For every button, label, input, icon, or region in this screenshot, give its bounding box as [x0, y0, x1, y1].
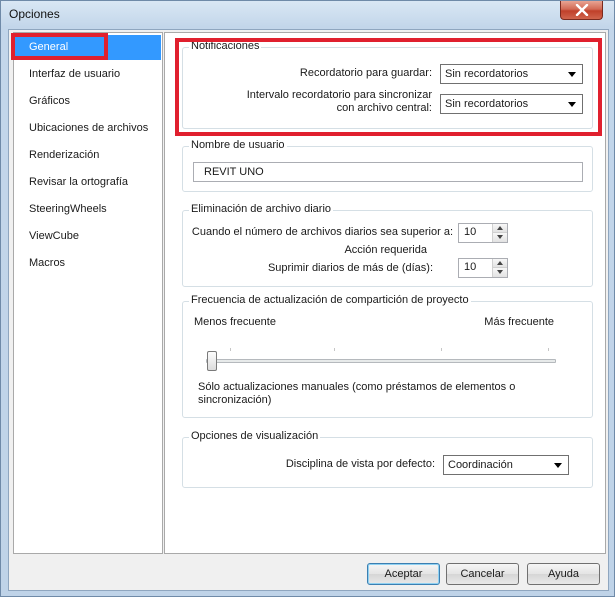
chevron-down-icon	[568, 102, 576, 107]
sync-reminder-label-line2: con archivo central:	[336, 102, 432, 114]
arrow-down-icon	[497, 235, 503, 239]
description-line2: sincronización)	[198, 394, 272, 406]
sidebar-item-spelling[interactable]: Revisar la ortografía	[15, 170, 161, 195]
save-reminder-dropdown[interactable]: Sin recordatorios	[440, 64, 583, 84]
sidebar-item-macros[interactable]: Macros	[15, 251, 161, 276]
group-title: Frecuencia de actualización de compartic…	[189, 294, 471, 306]
sync-frequency-group: Frecuencia de actualización de compartic…	[182, 294, 593, 418]
sidebar-item-label: Ubicaciones de archivos	[29, 122, 149, 134]
sync-frequency-description: Sólo actualizaciones manuales (como prés…	[198, 381, 515, 407]
dropdown-value: Coordinación	[448, 459, 513, 471]
username-value: REVIT UNO	[204, 166, 264, 178]
username-field[interactable]: REVIT UNO	[193, 162, 583, 182]
arrow-down-icon	[497, 270, 503, 274]
cancel-button[interactable]: Cancelar	[446, 563, 519, 585]
less-frequent-label: Menos frecuente	[194, 316, 276, 328]
button-label: Aceptar	[384, 568, 423, 580]
dropdown-value: Sin recordatorios	[445, 68, 529, 80]
arrow-up-icon	[497, 261, 503, 265]
sync-frequency-slider-track[interactable]	[206, 359, 556, 363]
sidebar-item-general[interactable]: General	[15, 35, 161, 60]
journal-delete-stepper[interactable]: 10	[458, 258, 508, 278]
default-discipline-label: Disciplina de vista por defecto:	[285, 458, 435, 470]
sidebar-item-label: Renderización	[29, 149, 100, 161]
sidebar-item-label: Macros	[29, 257, 66, 269]
sync-reminder-dropdown[interactable]: Sin recordatorios	[440, 94, 583, 114]
sync-reminder-label: Intervalo recordatorio para sincronizar …	[247, 89, 432, 115]
sidebar-item-label: Interfaz de usuario	[29, 68, 121, 80]
close-icon	[575, 4, 588, 16]
sidebar-item-rendering[interactable]: Renderización	[15, 143, 161, 168]
more-frequent-label: Más frecuente	[484, 316, 554, 328]
sidebar-item-file-locations[interactable]: Ubicaciones de archivos	[15, 116, 161, 141]
sidebar-item-graphics[interactable]: Gráficos	[15, 89, 161, 114]
sidebar-item-viewcube[interactable]: ViewCube	[15, 224, 161, 249]
group-title: Eliminación de archivo diario	[189, 203, 334, 215]
stepper-buttons	[492, 224, 507, 242]
sidebar-item-user-interface[interactable]: Interfaz de usuario	[15, 62, 161, 87]
general-settings-panel: Notificaciones Recordatorio para guardar…	[164, 32, 606, 554]
journal-exceeds-label: Cuando el número de archivos diarios sea…	[191, 226, 453, 238]
sync-frequency-slider-thumb[interactable]	[207, 351, 217, 371]
username-group: Nombre de usuario REVIT UNO	[182, 139, 593, 192]
stepper-up-button[interactable]	[493, 224, 507, 233]
slider-tick	[230, 348, 231, 351]
slider-tick	[548, 348, 549, 351]
group-title: Opciones de visualización	[189, 430, 321, 442]
ok-button[interactable]: Aceptar	[367, 563, 440, 585]
dialog-client-area: General Interfaz de usuario Gráficos Ubi…	[8, 29, 609, 591]
button-label: Cancelar	[460, 568, 505, 580]
dropdown-value: Sin recordatorios	[445, 98, 529, 110]
stepper-down-button[interactable]	[493, 233, 507, 242]
window-title: Opciones	[9, 7, 60, 21]
save-reminder-label: Recordatorio para guardar:	[299, 67, 432, 79]
journal-cleanup-group: Eliminación de archivo diario Cuando el …	[182, 203, 593, 287]
notifications-group: Notificaciones Recordatorio para guardar…	[182, 40, 593, 129]
close-button[interactable]	[560, 1, 603, 20]
sidebar-item-label: Revisar la ortografía	[29, 176, 129, 188]
action-required-label: Acción requerida	[344, 244, 427, 256]
journal-delete-label: Suprimir diarios de más de (días):	[267, 262, 433, 274]
group-title: Nombre de usuario	[189, 139, 287, 151]
journal-exceeds-stepper[interactable]: 10	[458, 223, 508, 243]
view-options-group: Opciones de visualización Disciplina de …	[182, 430, 593, 488]
button-label: Ayuda	[548, 568, 579, 580]
sync-reminder-label-line1: Intervalo recordatorio para sincronizar	[246, 89, 432, 101]
stepper-down-button[interactable]	[493, 268, 507, 277]
title-bar[interactable]: Opciones	[1, 1, 614, 29]
slider-tick	[441, 348, 442, 351]
stepper-buttons	[492, 259, 507, 277]
arrow-up-icon	[497, 226, 503, 230]
group-title: Notificaciones	[189, 40, 262, 52]
sidebar-item-label: Gráficos	[29, 95, 70, 107]
sidebar-item-label: General	[29, 41, 69, 53]
sidebar-item-label: SteeringWheels	[29, 203, 107, 215]
sidebar-item-steeringwheels[interactable]: SteeringWheels	[15, 197, 161, 222]
stepper-value: 10	[464, 261, 477, 273]
description-line1: Sólo actualizaciones manuales (como prés…	[198, 381, 516, 393]
default-discipline-dropdown[interactable]: Coordinación	[443, 455, 569, 475]
sidebar-item-label: ViewCube	[29, 230, 79, 242]
chevron-down-icon	[568, 72, 576, 77]
help-button[interactable]: Ayuda	[527, 563, 600, 585]
slider-tick	[334, 348, 335, 351]
options-category-list: General Interfaz de usuario Gráficos Ubi…	[13, 32, 163, 554]
stepper-up-button[interactable]	[493, 259, 507, 268]
stepper-value: 10	[464, 226, 477, 238]
options-dialog: Opciones General Interfaz de usuario Grá…	[0, 0, 615, 597]
chevron-down-icon	[554, 463, 562, 468]
